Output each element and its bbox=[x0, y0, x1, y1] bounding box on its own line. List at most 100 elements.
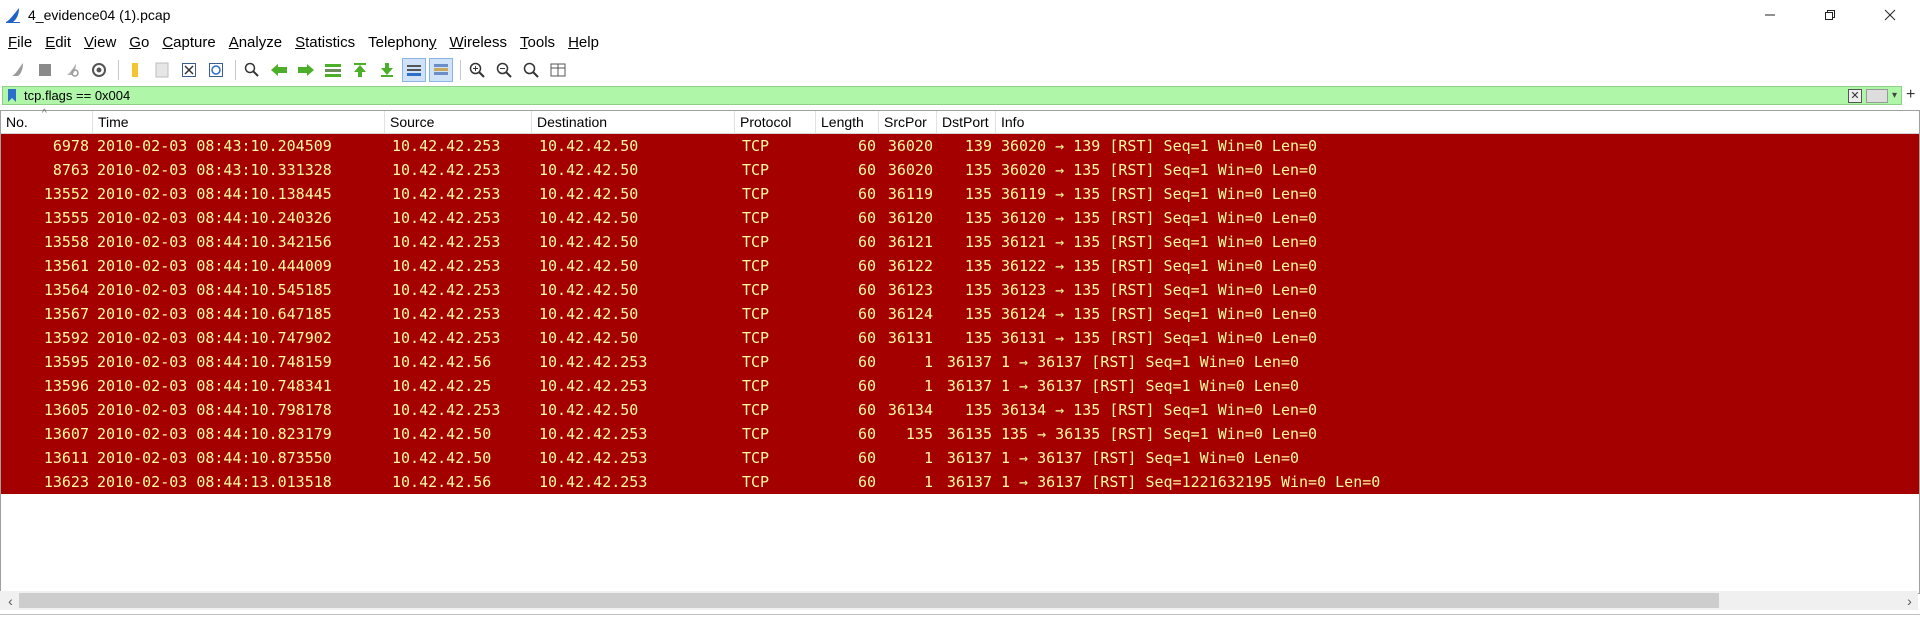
close-file-button[interactable] bbox=[177, 58, 201, 82]
menu-help[interactable]: Help bbox=[560, 34, 604, 51]
column-header-no[interactable]: No. bbox=[1, 111, 93, 133]
packet-row[interactable]: 13605 2010-02-03 08:44:10.798178 10.42.42.… bbox=[1, 398, 1919, 422]
go-forward-button[interactable] bbox=[294, 58, 318, 82]
scroll-left-icon[interactable]: ‹ bbox=[2, 591, 19, 610]
open-file-button[interactable] bbox=[123, 58, 147, 82]
column-header-srcport[interactable]: SrcPor bbox=[879, 111, 937, 133]
packet-row[interactable]: 13592 2010-02-03 08:44:10.747902 10.42.42.… bbox=[1, 326, 1919, 350]
apply-filter-arrow-icon[interactable] bbox=[1865, 88, 1888, 103]
autoscroll-button[interactable] bbox=[402, 57, 426, 82]
close-button[interactable] bbox=[1860, 0, 1920, 30]
reload-button[interactable] bbox=[204, 58, 228, 82]
clear-filter-icon[interactable]: ✕ bbox=[1847, 88, 1862, 103]
packet-cell-no: 8763 bbox=[52, 161, 89, 179]
go-to-packet-button[interactable] bbox=[321, 58, 345, 82]
packet-cell-dst: 10.42.42.253 bbox=[539, 449, 648, 467]
packet-cell-time: 2010-02-03 08:44:13.013518 bbox=[97, 473, 332, 491]
menu-edit[interactable]: Edit bbox=[37, 34, 76, 51]
zoom-out-button[interactable] bbox=[492, 58, 516, 82]
packet-cell-src: 10.42.42.25 bbox=[392, 377, 492, 395]
menu-analyze[interactable]: Analyze bbox=[221, 34, 287, 51]
packet-cell-sport: 36131 bbox=[887, 329, 933, 347]
packet-row[interactable]: 13558 2010-02-03 08:44:10.342156 10.42.42.… bbox=[1, 230, 1919, 254]
packet-row[interactable]: 13611 2010-02-03 08:44:10.873550 10.42.42.… bbox=[1, 446, 1919, 470]
capture-options-icon bbox=[92, 62, 106, 77]
packet-cell-len: 60 bbox=[857, 425, 876, 443]
horizontal-scrollbar[interactable]: ‹ › bbox=[0, 591, 1918, 610]
menu-file[interactable]: File bbox=[0, 34, 37, 51]
scroll-right-icon[interactable]: › bbox=[1901, 591, 1918, 610]
packet-cell-dport: 135 bbox=[964, 233, 992, 251]
packet-cell-no: 13567 bbox=[43, 305, 89, 323]
column-header-info[interactable]: Info bbox=[996, 111, 1896, 133]
minimize-button[interactable] bbox=[1740, 0, 1800, 30]
packet-row[interactable]: 13596 2010-02-03 08:44:10.748341 10.42.42.… bbox=[1, 374, 1919, 398]
menu-label-part: ile bbox=[17, 33, 33, 51]
packet-cell-dport: 139 bbox=[964, 137, 992, 155]
packet-row[interactable]: 13595 2010-02-03 08:44:10.748159 10.42.42.… bbox=[1, 350, 1919, 374]
display-filter-bar: ✕ ▾ bbox=[2, 86, 1902, 105]
menu-statistics[interactable]: Statistics bbox=[287, 34, 360, 51]
stop-capture-button[interactable] bbox=[33, 58, 57, 82]
packet-row[interactable]: 13567 2010-02-03 08:44:10.647185 10.42.42.… bbox=[1, 302, 1919, 326]
packet-row[interactable]: 13564 2010-02-03 08:44:10.545185 10.42.42.… bbox=[1, 278, 1919, 302]
packet-cell-time: 2010-02-03 08:43:10.204509 bbox=[97, 137, 332, 155]
last-packet-button[interactable] bbox=[375, 58, 399, 82]
forward-icon bbox=[298, 63, 314, 76]
packet-cell-time: 2010-02-03 08:44:10.748159 bbox=[97, 353, 332, 371]
packet-row[interactable]: 6978 2010-02-03 08:43:10.204509 10.42.42.2… bbox=[1, 134, 1919, 158]
column-header-dstport[interactable]: DstPort bbox=[937, 111, 996, 133]
packet-cell-info: 36124 → 135 [RST] Seq=1 Win=0 Len=0 bbox=[1001, 305, 1318, 323]
menu-view[interactable]: View bbox=[76, 34, 121, 51]
zoom-in-button[interactable] bbox=[465, 58, 489, 82]
packet-cell-src: 10.42.42.253 bbox=[392, 257, 501, 275]
column-header-protocol[interactable]: Protocol bbox=[735, 111, 816, 133]
colorize-button[interactable] bbox=[429, 57, 453, 82]
packet-cell-time: 2010-02-03 08:44:10.873550 bbox=[97, 449, 332, 467]
packet-row[interactable]: 13555 2010-02-03 08:44:10.240326 10.42.42.… bbox=[1, 206, 1919, 230]
restore-button[interactable] bbox=[1800, 0, 1860, 30]
save-file-button[interactable] bbox=[150, 58, 174, 82]
normal-size-button[interactable] bbox=[519, 58, 543, 82]
first-packet-button[interactable] bbox=[348, 58, 372, 82]
toolbar-separator bbox=[118, 59, 119, 80]
packet-cell-time: 2010-02-03 08:44:10.342156 bbox=[97, 233, 332, 251]
find-packet-button[interactable] bbox=[240, 58, 264, 82]
packet-row[interactable]: 8763 2010-02-03 08:43:10.331328 10.42.42.2… bbox=[1, 158, 1919, 182]
add-filter-button[interactable]: + bbox=[1906, 86, 1915, 104]
restart-capture-button[interactable] bbox=[60, 58, 84, 82]
packet-cell-dst: 10.42.42.50 bbox=[539, 209, 639, 227]
menu-telephony[interactable]: Telephony bbox=[360, 34, 441, 51]
display-filter-input[interactable] bbox=[24, 88, 1824, 103]
packet-cell-sport: 36121 bbox=[887, 233, 933, 251]
menu-mnemonic: F bbox=[8, 33, 18, 51]
packet-cell-proto: TCP bbox=[742, 449, 770, 467]
filter-history-dropdown-icon[interactable]: ▾ bbox=[1892, 90, 1897, 101]
start-capture-button[interactable] bbox=[6, 58, 30, 82]
column-header-length[interactable]: Length bbox=[816, 111, 879, 133]
column-header-destination[interactable]: Destination bbox=[532, 111, 735, 133]
menu-wireless[interactable]: Wireless bbox=[442, 34, 513, 51]
packet-cell-len: 60 bbox=[857, 233, 876, 251]
column-header-source[interactable]: Source bbox=[385, 111, 532, 133]
packet-cell-len: 60 bbox=[857, 137, 876, 155]
go-back-button[interactable] bbox=[267, 58, 291, 82]
menu-capture[interactable]: Capture bbox=[154, 34, 220, 51]
packet-row[interactable]: 13552 2010-02-03 08:44:10.138445 10.42.42.… bbox=[1, 182, 1919, 206]
packet-row[interactable]: 13561 2010-02-03 08:44:10.444009 10.42.42.… bbox=[1, 254, 1919, 278]
save-file-icon bbox=[155, 62, 169, 77]
menu-go[interactable]: Go bbox=[121, 34, 154, 51]
packet-row[interactable]: 13607 2010-02-03 08:44:10.823179 10.42.42.… bbox=[1, 422, 1919, 446]
zoom-in-icon bbox=[469, 62, 485, 78]
resize-columns-button[interactable] bbox=[546, 58, 570, 82]
column-header-time[interactable]: Time bbox=[93, 111, 385, 133]
packet-cell-src: 10.42.42.50 bbox=[392, 449, 492, 467]
packet-cell-dport: 135 bbox=[964, 305, 992, 323]
bookmark-icon[interactable] bbox=[6, 88, 18, 103]
menu-mnemonic: E bbox=[45, 33, 56, 51]
packet-row[interactable]: 13623 2010-02-03 08:44:13.013518 10.42.42.… bbox=[1, 470, 1919, 494]
capture-options-button[interactable] bbox=[87, 58, 111, 82]
scrollbar-thumb[interactable] bbox=[19, 593, 1719, 608]
menu-tools[interactable]: Tools bbox=[512, 34, 560, 51]
packet-cell-info: 36020 → 139 [RST] Seq=1 Win=0 Len=0 bbox=[1001, 137, 1318, 155]
